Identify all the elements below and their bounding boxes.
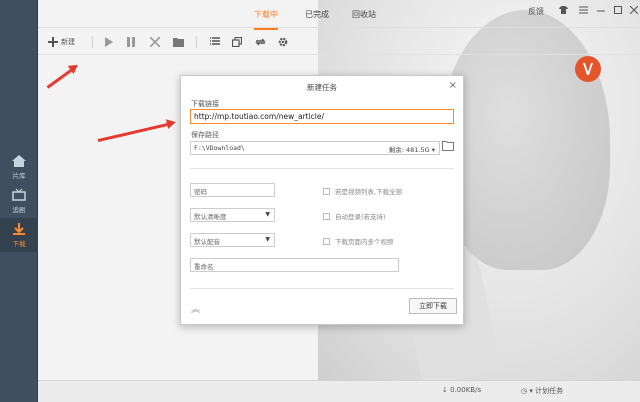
new-task-button[interactable]: 新建 bbox=[48, 34, 75, 50]
browse-folder-icon[interactable] bbox=[442, 140, 456, 154]
audio-select[interactable]: 默认配音 ▼ bbox=[190, 233, 275, 247]
free-space: 剩余: 481.5G ▾ bbox=[389, 144, 435, 154]
shirt-icon[interactable] bbox=[559, 6, 568, 16]
divider bbox=[190, 168, 454, 169]
checkbox-label: 下载页面内多个视频 bbox=[335, 238, 394, 246]
sidebar-item-download[interactable]: 下载 bbox=[0, 218, 38, 252]
divider bbox=[190, 288, 454, 289]
close-icon[interactable]: × bbox=[449, 80, 457, 91]
url-input[interactable] bbox=[190, 109, 454, 124]
tab-recycle-bin[interactable]: 回收站 bbox=[352, 9, 376, 20]
password-field[interactable]: 密码 bbox=[190, 183, 275, 197]
chevron-down-icon[interactable]: ▾ bbox=[432, 146, 435, 154]
delete-icon[interactable] bbox=[150, 34, 160, 50]
chevron-down-icon: ▼ bbox=[265, 236, 270, 243]
free-space-value: 481.5G bbox=[406, 146, 430, 154]
toolbar-divider bbox=[92, 36, 93, 48]
new-task-label: 新建 bbox=[61, 38, 75, 46]
clarity-select[interactable]: 默认清晰度 ▼ bbox=[190, 208, 275, 222]
password-placeholder: 密码 bbox=[194, 188, 207, 196]
plus-icon bbox=[48, 37, 58, 47]
download-now-button[interactable]: 立即下载 bbox=[409, 298, 457, 314]
sidebar: 片库 追剧 下载 bbox=[0, 0, 38, 402]
gear-icon[interactable] bbox=[278, 34, 288, 50]
sidebar-item-label: 片库 bbox=[12, 172, 26, 180]
checkbox-download-playlist[interactable]: 若是视频列表,下载全部 bbox=[323, 186, 402, 196]
home-icon bbox=[12, 155, 26, 167]
menu-icon[interactable] bbox=[579, 6, 588, 16]
sidebar-item-series[interactable]: 追剧 bbox=[0, 184, 38, 218]
pause-icon[interactable] bbox=[126, 34, 136, 50]
rename-field[interactable]: 重命名 bbox=[190, 258, 399, 272]
folder-icon[interactable] bbox=[173, 34, 184, 50]
audio-value: 默认配音 bbox=[194, 238, 220, 246]
minimize-icon[interactable] bbox=[597, 6, 605, 16]
list-icon[interactable] bbox=[210, 34, 220, 50]
clarity-value: 默认清晰度 bbox=[194, 213, 227, 221]
rename-placeholder: 重命名 bbox=[194, 263, 214, 271]
status-bar: ↓ 0.00KB/s ◷ ▾ 计划任务 bbox=[38, 380, 640, 402]
checkbox-label: 自动登录(若支持) bbox=[335, 213, 386, 221]
save-path-field[interactable]: F:\VDownload\ 剩余: 481.5G ▾ bbox=[190, 141, 440, 155]
tab-bar: 下载中 已完成 回收站 反馈 bbox=[38, 0, 640, 30]
download-speed-icon: ↓ bbox=[442, 386, 448, 394]
toolbar-divider bbox=[196, 36, 197, 48]
chevron-down-icon: ▾ bbox=[529, 387, 533, 395]
sidebar-item-library[interactable]: 片库 bbox=[0, 150, 38, 184]
dialog-title: 新建任务 bbox=[307, 83, 337, 92]
checkbox-multi-video[interactable]: 下载页面内多个视频 bbox=[323, 236, 394, 246]
toolbar: 新建 bbox=[38, 29, 640, 55]
url-label: 下载链接 bbox=[191, 100, 219, 108]
free-space-label: 剩余: bbox=[388, 146, 404, 154]
save-path-label: 保存路径 bbox=[191, 131, 219, 139]
sidebar-item-label: 下载 bbox=[12, 240, 26, 248]
checkbox-label: 若是视频列表,下载全部 bbox=[335, 188, 403, 196]
maximize-icon[interactable] bbox=[614, 6, 622, 16]
tab-completed[interactable]: 已完成 bbox=[305, 9, 329, 20]
clock-icon: ◷ bbox=[521, 387, 528, 395]
app-logo-icon bbox=[575, 56, 601, 82]
checkbox-auto-login[interactable]: 自动登录(若支持) bbox=[323, 211, 386, 221]
speed-readout: ↓ 0.00KB/s bbox=[442, 386, 481, 394]
schedule-button[interactable]: ◷ ▾ 计划任务 bbox=[521, 386, 563, 396]
download-icon bbox=[13, 223, 25, 235]
copy-icon[interactable] bbox=[232, 34, 242, 50]
save-path-value: F:\VDownload\ bbox=[194, 144, 245, 152]
tab-downloading[interactable]: 下载中 bbox=[254, 9, 278, 30]
checkbox[interactable] bbox=[323, 212, 330, 220]
checkbox[interactable] bbox=[323, 187, 330, 195]
feedback-link[interactable]: 反馈 bbox=[528, 6, 544, 17]
checkbox[interactable] bbox=[323, 237, 330, 245]
chevron-down-icon: ▼ bbox=[265, 211, 270, 218]
refresh-icon[interactable] bbox=[255, 34, 266, 50]
sidebar-item-label: 追剧 bbox=[12, 206, 26, 214]
tv-icon bbox=[12, 188, 26, 201]
close-icon[interactable] bbox=[629, 5, 639, 16]
speed-value: 0.00KB/s bbox=[450, 386, 482, 394]
new-task-dialog: 新建任务 × 下载链接 保存路径 F:\VDownload\ 剩余: 481.5… bbox=[180, 75, 464, 325]
schedule-label: 计划任务 bbox=[535, 387, 564, 395]
expand-up-icon[interactable]: ︽ bbox=[191, 302, 200, 315]
play-icon[interactable] bbox=[104, 34, 114, 50]
